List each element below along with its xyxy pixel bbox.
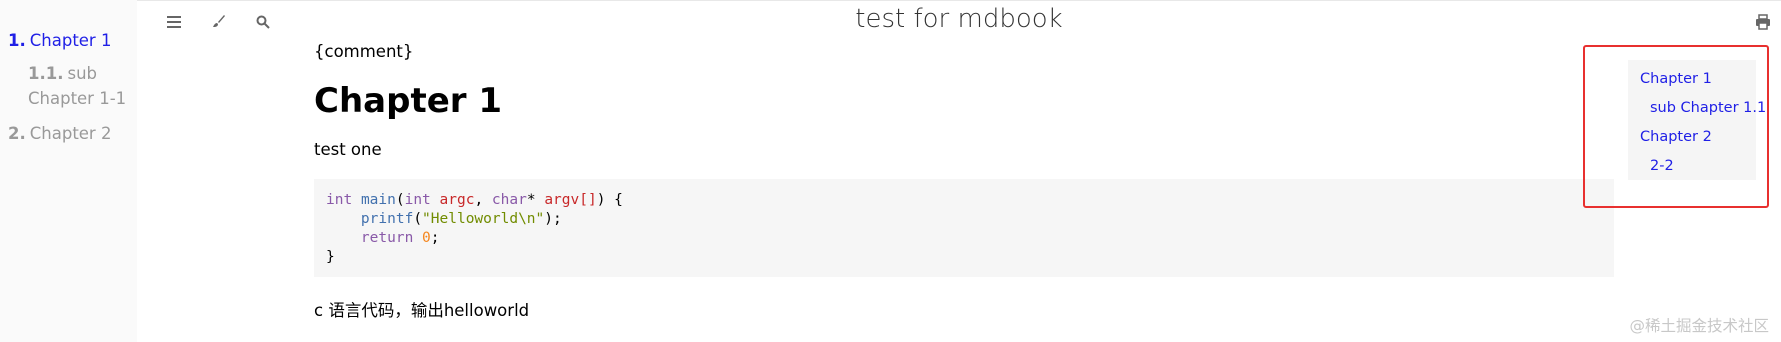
sidebar-item-chapter-1[interactable]: 1. Chapter 1 bbox=[8, 28, 137, 53]
toc-item-chapter-2[interactable]: Chapter 2 bbox=[1640, 123, 1756, 152]
code-block: int main(int argc, char* argv[]) { print… bbox=[314, 178, 1614, 277]
sidebar-item-number: 1. bbox=[8, 31, 26, 50]
sidebar-item-chapter-2[interactable]: 2. Chapter 2 bbox=[8, 121, 137, 146]
menu-bar: test for mdbook bbox=[137, 0, 1781, 44]
toc-item-chapter-1[interactable]: Chapter 1 bbox=[1640, 65, 1756, 94]
comment-text: {comment} bbox=[314, 42, 414, 61]
sidebar-item-number: 2. bbox=[8, 124, 26, 143]
sidebar-item-label: Chapter 1 bbox=[29, 31, 112, 50]
paragraph: c 语言代码，输出helloworld bbox=[314, 300, 530, 320]
book-title: test for mdbook bbox=[855, 4, 1063, 34]
main-content: {comment} Chapter 1 test one int main(in… bbox=[314, 42, 1614, 321]
sidebar-item-sub-chapter-1-1[interactable]: 1.1. sub Chapter 1-1 bbox=[8, 61, 137, 111]
sidebar-item-number: 1.1. bbox=[28, 64, 64, 83]
page-toc: Chapter 1 sub Chapter 1.1 Chapter 2 2-2 bbox=[1628, 60, 1766, 181]
paragraph: test one bbox=[314, 139, 382, 159]
toc-item-2-2[interactable]: 2-2 bbox=[1640, 152, 1756, 181]
printer-icon[interactable] bbox=[1751, 10, 1775, 34]
watermark: @稀土掘金技术社区 bbox=[1629, 317, 1769, 335]
sidebar: 1. Chapter 1 1.1. sub Chapter 1-1 2. Chapte… bbox=[0, 0, 137, 342]
toc-item-sub-chapter-1-1[interactable]: sub Chapter 1.1 bbox=[1640, 94, 1766, 123]
sidebar-item-label: Chapter 2 bbox=[29, 124, 112, 143]
page-heading: Chapter 1 bbox=[314, 81, 503, 121]
